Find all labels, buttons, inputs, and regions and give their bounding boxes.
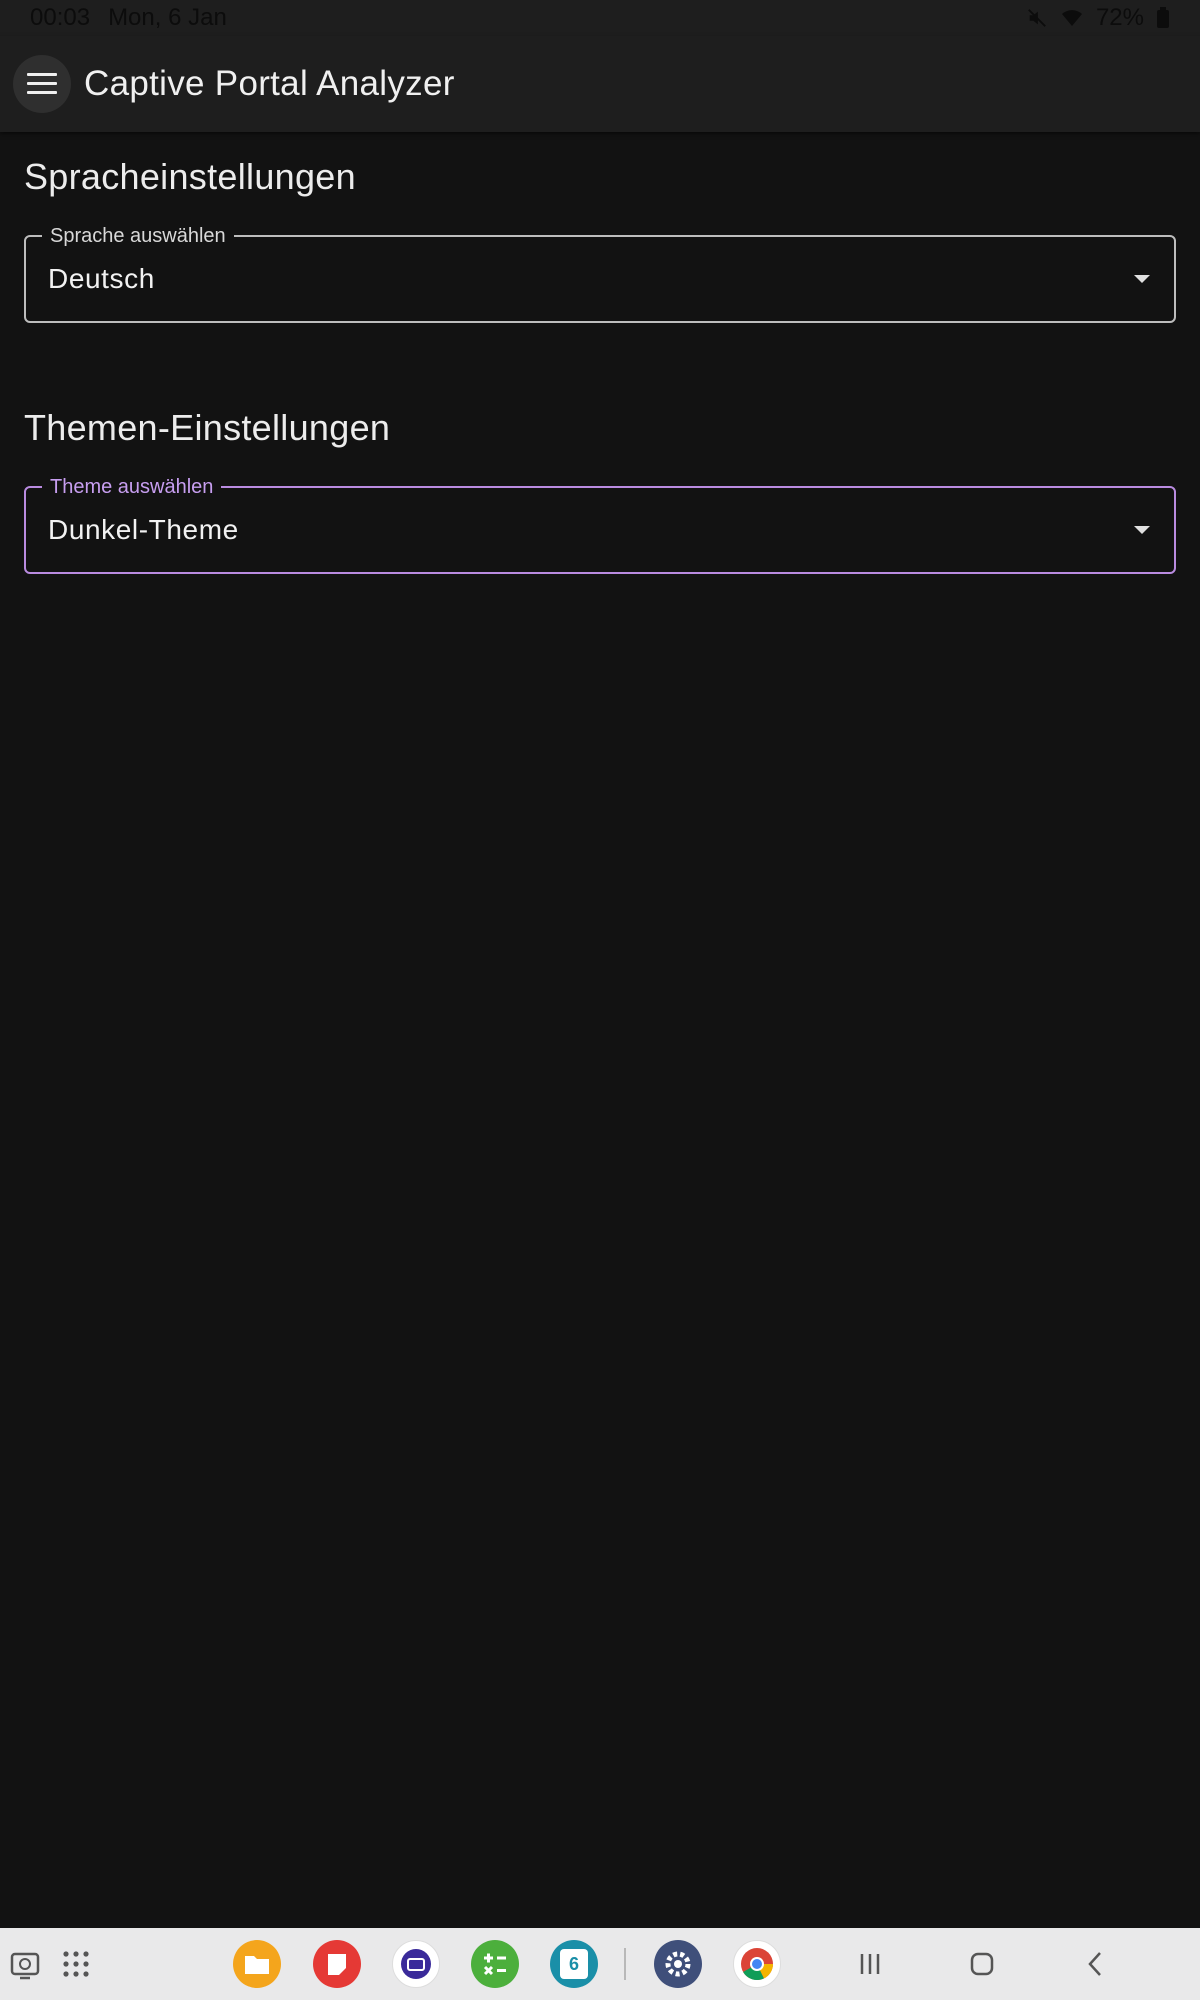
calculator-icon[interactable] xyxy=(471,1940,519,1988)
recent-apps-screen-icon[interactable] xyxy=(2,1940,50,1988)
back-nav-icon[interactable] xyxy=(1072,1940,1120,1988)
taskbar-divider xyxy=(624,1948,626,1980)
recents-nav-icon[interactable] xyxy=(846,1940,894,1988)
language-select-label: Sprache auswählen xyxy=(42,223,234,249)
theme-select-label: Theme auswählen xyxy=(42,474,222,500)
battery-percent: 72% xyxy=(1095,4,1144,31)
menu-icon xyxy=(27,73,57,94)
status-time: 00:03 xyxy=(30,4,91,31)
taskbar: 6 xyxy=(0,1928,1200,2000)
calendar-icon[interactable]: 6 xyxy=(550,1940,598,1988)
calendar-day: 6 xyxy=(560,1949,588,1979)
home-nav-icon[interactable] xyxy=(958,1940,1006,1988)
status-bar: 00:03 Mon, 6 Jan 72% xyxy=(0,0,1200,36)
app-bar: Captive Portal Analyzer xyxy=(0,36,1200,132)
app-drawer-icon[interactable] xyxy=(52,1940,100,1988)
theme-section-title: Themen-Einstellungen xyxy=(24,407,391,448)
chrome-icon[interactable] xyxy=(733,1940,781,1988)
dropdown-arrow-icon xyxy=(1134,526,1150,534)
status-date: Mon, 6 Jan xyxy=(108,4,227,31)
app-title: Captive Portal Analyzer xyxy=(84,64,455,103)
dropdown-arrow-icon xyxy=(1134,275,1150,283)
tv-icon[interactable] xyxy=(392,1940,440,1988)
note-icon[interactable] xyxy=(313,1940,361,1988)
battery-icon xyxy=(1157,7,1169,28)
language-select-value: Deutsch xyxy=(48,263,155,294)
mute-icon xyxy=(1028,9,1046,27)
folder-icon[interactable] xyxy=(233,1940,281,1988)
menu-button[interactable] xyxy=(13,55,71,113)
theme-select[interactable]: Theme auswählen Dunkel-Theme xyxy=(24,474,1176,574)
wifi-icon xyxy=(1061,10,1082,26)
gear-icon[interactable] xyxy=(654,1940,702,1988)
language-select[interactable]: Sprache auswählen Deutsch xyxy=(24,223,1176,323)
language-section-title: Spracheinstellungen xyxy=(24,156,356,197)
theme-select-value: Dunkel-Theme xyxy=(48,514,239,545)
